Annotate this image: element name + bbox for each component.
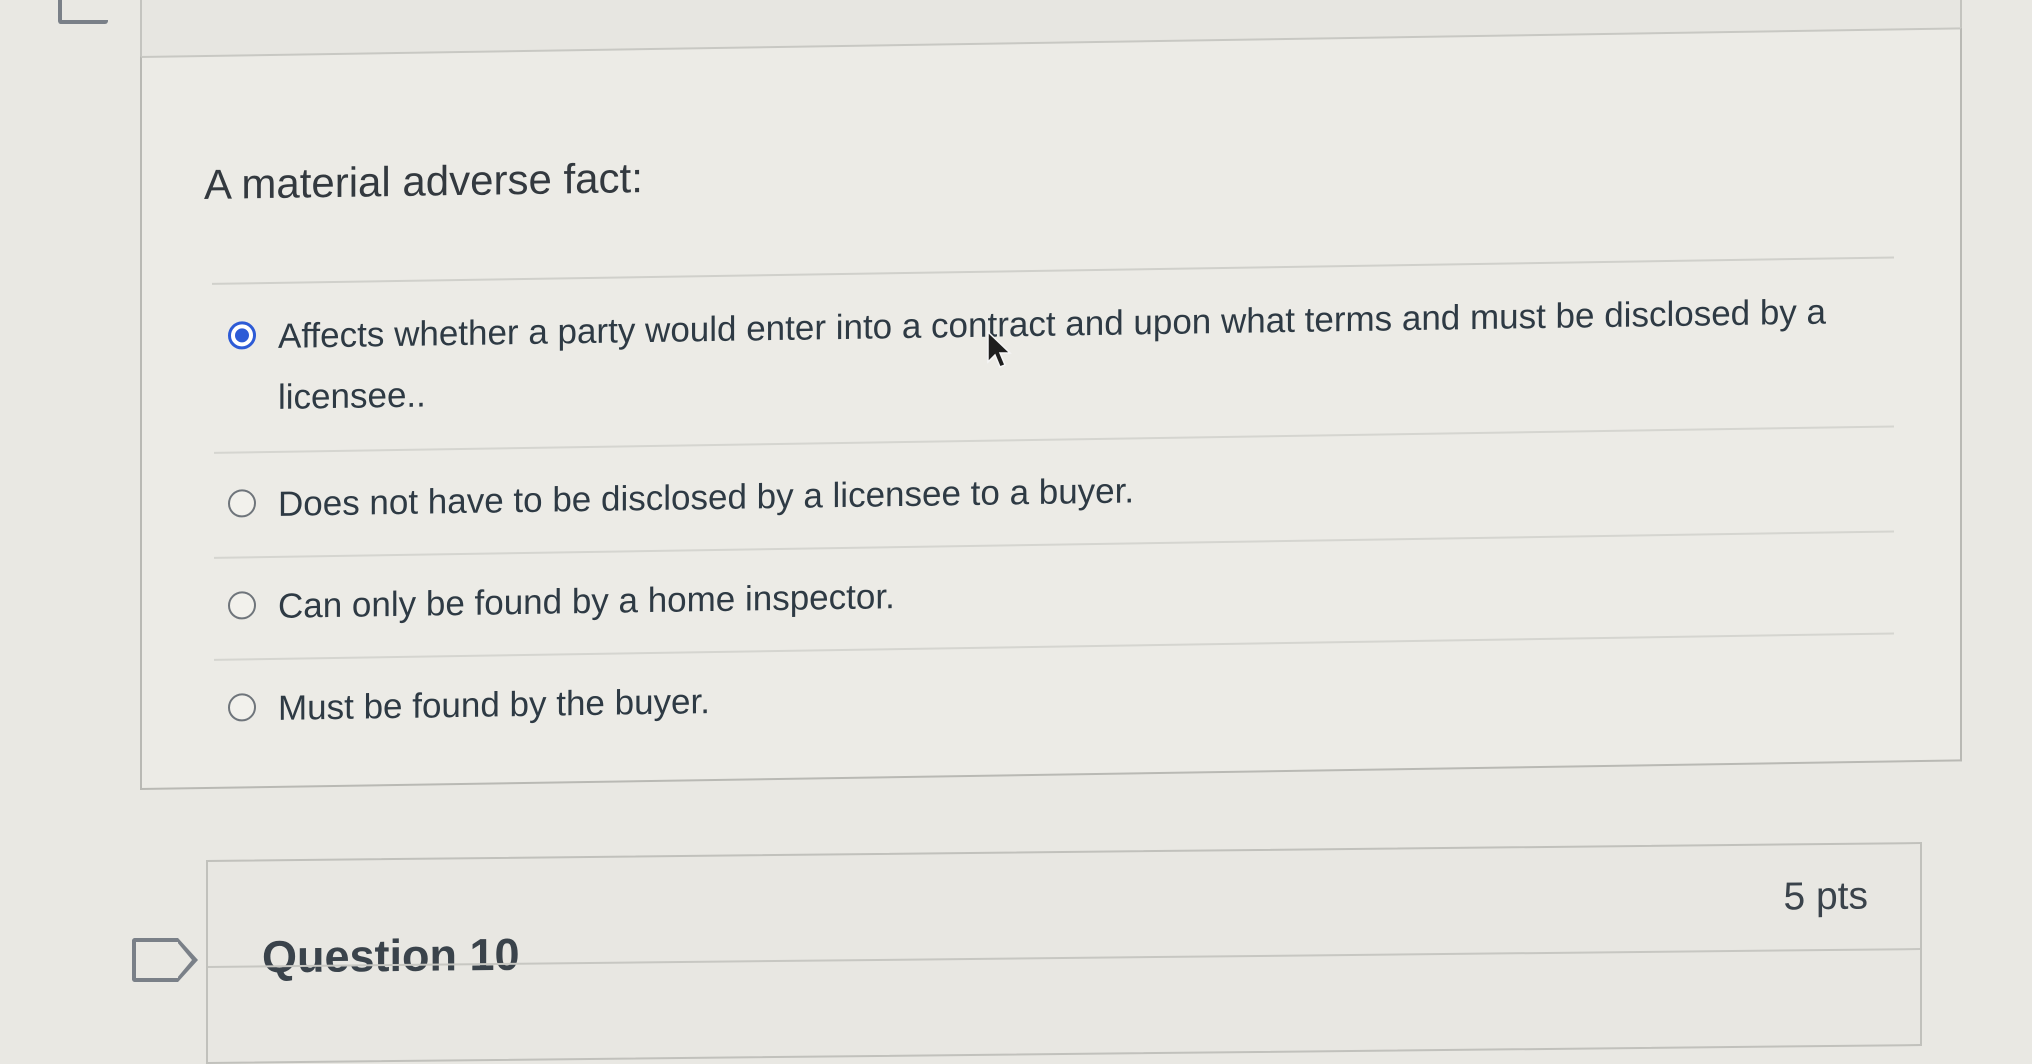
question-points: 5 pts: [1783, 874, 1868, 919]
question-prompt: A material adverse fact:: [204, 154, 643, 208]
radio-button[interactable]: [228, 591, 256, 620]
radio-button[interactable]: [228, 489, 256, 518]
answer-option-3[interactable]: Can only be found by a home inspector.: [228, 550, 1898, 637]
answer-option-2[interactable]: Does not have to be disclosed by a licen…: [228, 448, 1898, 535]
answer-label: Affects whether a party would enter into…: [278, 292, 1826, 417]
mouse-cursor-icon: [987, 330, 1012, 368]
radio-button[interactable]: [228, 693, 256, 722]
answer-label: Must be found by the buyer.: [278, 682, 710, 728]
divider: [214, 425, 1894, 454]
divider: [212, 256, 1894, 285]
radio-button-selected[interactable]: [228, 321, 256, 350]
flag-question-icon[interactable]: [132, 938, 198, 982]
flag-question-icon[interactable]: [58, 0, 108, 24]
answer-option-4[interactable]: Must be found by the buyer.: [228, 652, 1898, 739]
answer-option-1[interactable]: Affects whether a party would enter into…: [228, 280, 1898, 428]
answer-label: Can only be found by a home inspector.: [278, 577, 895, 626]
question-title: Question 10: [262, 928, 520, 983]
question-card: A material adverse fact: Affects whether…: [140, 27, 1962, 790]
answer-label: Does not have to be disclosed by a licen…: [278, 471, 1135, 524]
